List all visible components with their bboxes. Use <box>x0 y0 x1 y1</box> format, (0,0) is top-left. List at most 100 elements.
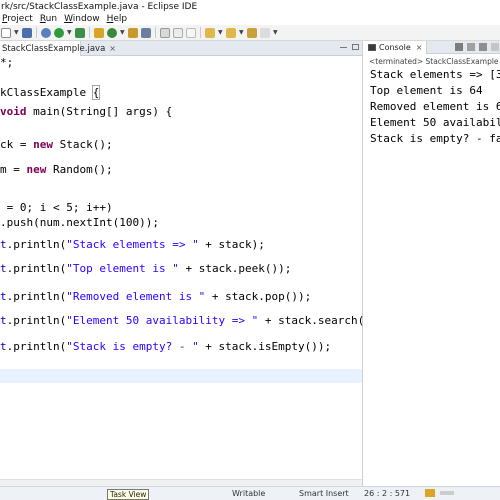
maximize-icon[interactable] <box>352 44 359 50</box>
code-token: .println( <box>6 314 67 327</box>
console-output-line: Stack is empty? - false <box>370 132 500 145</box>
code-token: t <box>0 262 7 275</box>
horizontal-scrollbar[interactable] <box>0 479 362 486</box>
window-title-bar: rk/src/StackClassExample.java - Eclipse … <box>0 0 500 13</box>
toolbar-separator <box>155 27 156 38</box>
code-token: t <box>0 290 7 303</box>
scroll-lock-icon[interactable] <box>491 43 499 51</box>
code-line: t.println("Stack is empty? - " + stack.i… <box>0 340 331 354</box>
menu-item-window[interactable]: Window <box>62 14 102 24</box>
editor-panel: StackClassExample.java × *; kClassExample… <box>0 41 397 486</box>
code-token: .println( <box>6 340 67 353</box>
code-token: Random(); <box>46 163 113 176</box>
save-icon[interactable] <box>22 27 32 38</box>
chevron-down-icon[interactable]: ▼ <box>273 29 278 36</box>
new-class-icon[interactable] <box>107 27 117 38</box>
open-type-icon[interactable] <box>128 27 138 38</box>
coverage-icon[interactable] <box>75 27 85 38</box>
menu-item-run[interactable]: Run <box>38 14 59 24</box>
code-token: t <box>0 340 7 353</box>
chevron-down-icon[interactable]: ▼ <box>120 29 125 36</box>
close-icon[interactable]: × <box>416 43 423 52</box>
new-package-icon[interactable] <box>94 27 104 38</box>
code-token: "Element 50 availability => " <box>66 314 259 327</box>
code-token: .println( <box>6 290 67 303</box>
status-bar: Writable Smart Insert 26 : 2 : 571 <box>0 486 500 500</box>
code-token: .println( <box>6 238 67 251</box>
chevron-down-icon[interactable]: ▼ <box>14 29 19 36</box>
minimize-icon[interactable] <box>340 47 347 49</box>
code-line: t.println("Removed element is " + stack.… <box>0 290 311 304</box>
previous-annotation-icon[interactable] <box>226 27 236 38</box>
code-token: .println( <box>6 262 67 275</box>
back-icon[interactable] <box>247 27 257 38</box>
code-token: t <box>0 314 7 327</box>
editor-tab-label: StackClassExample.java <box>2 43 106 54</box>
code-line: m = new Random(); <box>0 163 113 177</box>
console-output-line: Removed element is 64 <box>370 100 500 113</box>
code-token: Stack(); <box>53 138 113 151</box>
editor-window-controls <box>340 44 359 50</box>
code-token: t <box>0 238 7 251</box>
remove-launch-icon[interactable] <box>455 43 463 51</box>
remove-all-icon[interactable] <box>467 43 475 51</box>
window-title: rk/src/StackClassExample.java - Eclipse … <box>1 1 198 12</box>
close-icon[interactable]: × <box>109 44 116 53</box>
debug-icon[interactable] <box>41 27 51 38</box>
toggle-mark-icon[interactable] <box>160 27 170 38</box>
console-icon <box>368 43 376 51</box>
code-token: + stack.isEmpty()); <box>198 340 332 353</box>
code-token: + stack.peek()); <box>178 262 292 275</box>
menu-item-project[interactable]: Project <box>0 14 35 24</box>
toolbar-separator <box>89 27 90 38</box>
toolbar-separator <box>36 27 37 38</box>
code-line: .push(num.nextInt(100)); <box>0 216 159 230</box>
code-token: "Stack elements => " <box>66 238 199 251</box>
code-token: *; <box>0 56 14 69</box>
code-token: "Top element is " <box>66 262 179 275</box>
console-tab-bar: Console × <box>364 40 500 54</box>
console-actions <box>455 43 499 51</box>
pilcrow-icon[interactable] <box>186 27 196 38</box>
toolbar-separator <box>200 27 201 38</box>
code-token: new <box>26 163 47 176</box>
tab-console[interactable]: Console × <box>364 40 428 54</box>
current-line-highlight <box>0 369 362 383</box>
code-line: void main(String[] args) { <box>0 105 172 119</box>
code-token: ck = <box>0 138 34 151</box>
code-token: main(String[] args) { <box>26 105 173 118</box>
code-token: kClassExample <box>0 86 93 99</box>
console-output[interactable]: Stack elements => [35, Top element is 64 R… <box>370 67 500 147</box>
forward-icon[interactable] <box>260 27 270 38</box>
chevron-down-icon[interactable]: ▼ <box>67 29 72 36</box>
clear-console-icon[interactable] <box>479 43 487 51</box>
tab-stackclassexample-java[interactable]: StackClassExample.java × <box>0 41 116 56</box>
console-output-line: Stack elements => [35, <box>370 68 500 81</box>
search-icon[interactable] <box>141 27 151 38</box>
code-line: t.println("Stack elements => " + stack); <box>0 238 265 252</box>
status-insert-mode[interactable]: Smart Insert <box>299 487 349 500</box>
status-cursor-position[interactable]: 26 : 2 : 571 <box>364 487 410 500</box>
code-line: t.println("Top element is " + stack.peek… <box>0 262 291 276</box>
chevron-down-icon[interactable]: ▼ <box>239 29 244 36</box>
console-output-line: Top element is 64 <box>370 84 483 97</box>
code-token: "Removed element is " <box>66 290 206 303</box>
menu-item-help[interactable]: Help <box>105 14 130 24</box>
code-token: { <box>91 85 101 100</box>
next-annotation-icon[interactable] <box>205 27 215 38</box>
progress-indicator <box>440 491 454 495</box>
show-whitespace-icon[interactable] <box>173 27 183 38</box>
chevron-down-icon[interactable]: ▼ <box>218 29 223 36</box>
code-token: = 0; i < 5; i++) <box>0 201 113 214</box>
editor-tab-bar: StackClassExample.java × <box>0 41 362 56</box>
run-icon[interactable] <box>54 27 64 38</box>
task-view-tooltip: Task View <box>107 489 150 500</box>
code-token: .push(num.nextInt(100)); <box>0 216 159 229</box>
progress-icon[interactable] <box>425 489 435 497</box>
code-line: t.println("Element 50 availability => " … <box>0 314 397 328</box>
main-toolbar: ▼ ▼ ▼ ▼ ▼ ▼ <box>0 25 500 41</box>
code-line: kClassExample { <box>0 85 101 100</box>
status-writable: Writable <box>232 489 266 498</box>
code-line: *; <box>0 56 13 70</box>
new-icon[interactable] <box>1 27 11 38</box>
